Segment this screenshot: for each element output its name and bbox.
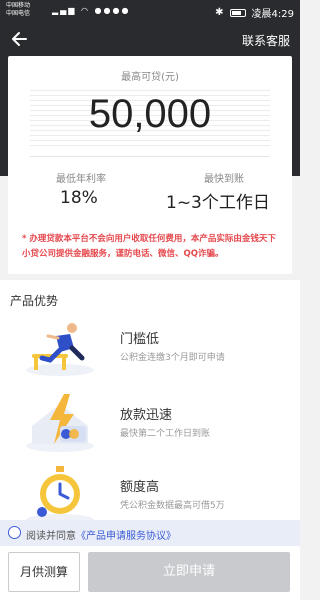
card-divider [30, 156, 270, 157]
advantage-name: 额度高 [120, 480, 160, 495]
advantages-title: 产品优势 [10, 294, 59, 308]
lightning-card-icon [26, 394, 94, 452]
max-amount-value: 50,000 [88, 92, 212, 136]
runner-hurdle-icon [26, 323, 94, 376]
agreement-text: 阅读并同意《产品申请服务协议》 [26, 527, 176, 542]
monthly-payment-calc-button[interactable]: 月供测算 [8, 552, 80, 592]
bottom-action-bar: 月供测算 立即申请 [0, 546, 300, 600]
status-right: ✱ 凌晨4:29 [215, 5, 294, 20]
advantage-desc: 公积金连缴3个月即可申请 [120, 353, 225, 363]
carrier-info: 中国移动 中国电信 [6, 2, 30, 18]
status-bar: 中国移动 中国电信 ▂▄▆ ◠ ●●●● ✱ 凌晨4:29 [0, 0, 300, 24]
back-arrow-icon[interactable] [10, 29, 30, 49]
notification-icon: ●●●● [94, 6, 131, 15]
advantage-name: 放款迅速 [120, 408, 173, 423]
nav-bar: 联系客服 [0, 24, 300, 56]
rate-label: 最低年利率 [56, 174, 106, 185]
clock: 凌晨4:29 [251, 9, 294, 20]
loan-card: 最高可贷(元) 50,000 最低年利率 18% 最快到账 1~3个工作日 * … [8, 56, 292, 274]
carrier-2: 中国电信 [6, 10, 31, 17]
wifi-icon: ◠ [81, 6, 90, 15]
battery-icon [229, 8, 246, 17]
advantage-item: 放款迅速 最快第二个工作日到账 [0, 390, 300, 460]
rate-value: 18% [60, 188, 98, 208]
status-icons: ▂▄▆ ◠ ●●●● [52, 6, 130, 15]
agreement-link[interactable]: 《产品申请服务协议》 [76, 531, 176, 542]
arrival-value: 1~3个工作日 [166, 193, 270, 213]
stopwatch-icon [26, 466, 94, 526]
apply-now-button[interactable]: 立即申请 [88, 552, 290, 592]
agreement-bar: 阅读并同意《产品申请服务协议》 [0, 520, 300, 546]
agree-radio[interactable] [8, 526, 21, 539]
advantage-desc: 最快第二个工作日到账 [120, 429, 211, 439]
signal-icon: ▂▄▆ [52, 6, 77, 15]
advantage-name: 门槛低 [120, 332, 160, 347]
advantage-item: 门槛低 公积金连缴3个月即可申请 [0, 314, 300, 384]
bluetooth-icon: ✱ [215, 7, 224, 18]
agreement-prefix: 阅读并同意 [26, 531, 76, 542]
advantages-section: 产品优势 门槛低 公积金连缴3个月即可申请 放款迅速 最快第二个工作日到账 额度… [0, 280, 300, 526]
max-amount-label: 最高可贷(元) [121, 72, 179, 83]
advantage-desc: 凭公积金数据最高可借5万 [120, 501, 225, 511]
carrier-1: 中国移动 [6, 2, 31, 9]
contact-service-link[interactable]: 联系客服 [242, 32, 290, 49]
fraud-notice: * 办理贷款本平台不会向用户收取任何费用，本产品实际由金钱天下小贷公司提供金融服… [22, 234, 276, 259]
arrival-label: 最快到账 [204, 174, 244, 185]
